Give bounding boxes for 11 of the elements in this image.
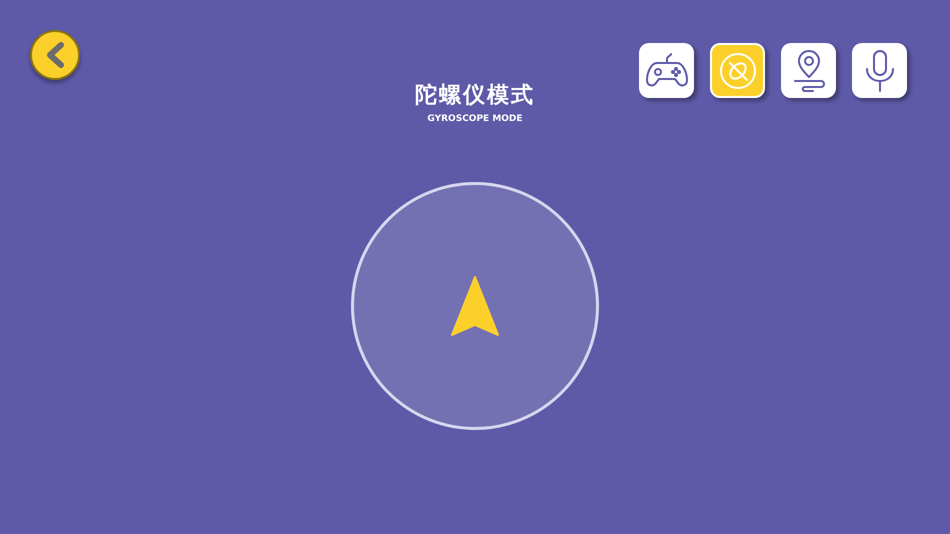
- back-button[interactable]: [30, 30, 80, 80]
- mode-button[interactable]: [639, 43, 694, 98]
- mode-title: 陀螺仪模式: [415, 82, 535, 110]
- mode-button[interactable]: [710, 43, 765, 98]
- direction-arrow-icon: [450, 275, 500, 337]
- chevron-left-icon: [44, 41, 66, 69]
- gyroscope-icon: [718, 50, 758, 90]
- mode-button[interactable]: [852, 43, 907, 98]
- mode-subtitle: GYROSCOPE MODE: [427, 113, 523, 126]
- mode-button[interactable]: [781, 43, 836, 98]
- gamepad-icon: [644, 52, 688, 88]
